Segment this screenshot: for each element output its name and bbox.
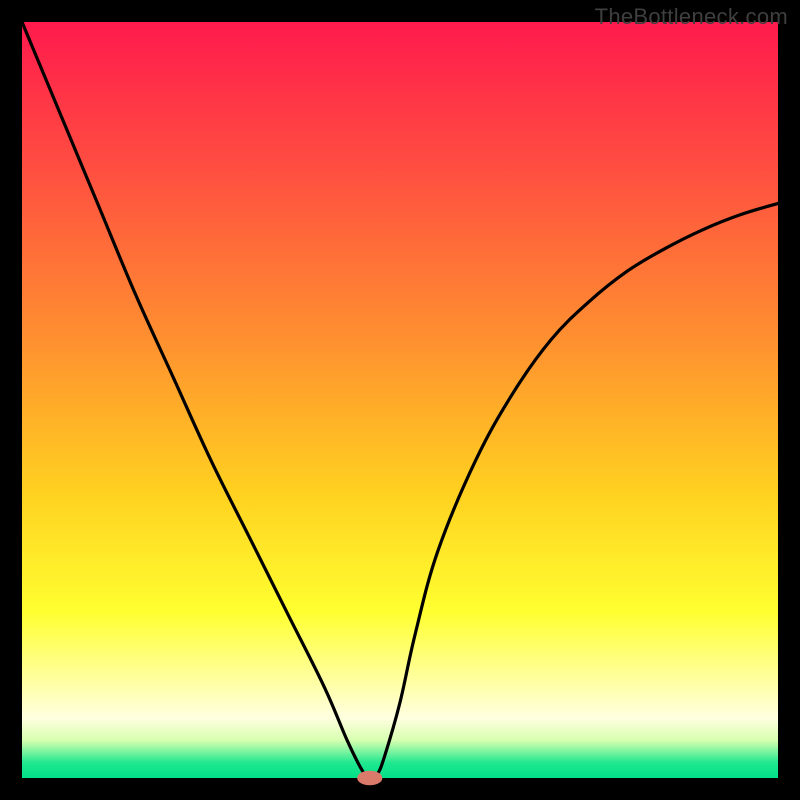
watermark-text: TheBottleneck.com [595,4,788,30]
plot-area [22,22,778,778]
bottleneck-curve [22,22,778,778]
optimum-marker [358,771,382,785]
chart-frame: TheBottleneck.com [0,0,800,800]
curve-layer [22,22,778,778]
